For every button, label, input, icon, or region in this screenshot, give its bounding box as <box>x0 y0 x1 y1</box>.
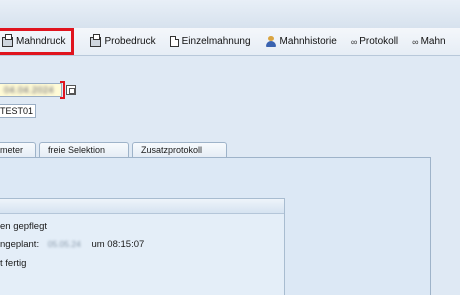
protokoll-label: Protokoll <box>359 36 399 47</box>
tab-zusatzprotokoll[interactable]: Zusatzprotokoll <box>132 142 227 158</box>
run-id-value: TEST01 <box>0 106 34 116</box>
mahn-more-label: Mahn <box>420 36 446 47</box>
copy-icon[interactable] <box>66 85 76 95</box>
mahndruck-label: Mahndruck <box>16 36 66 47</box>
scheduled-label: ngeplant: <box>0 239 40 250</box>
application-toolbar: Mahndruck Probedruck Einzelmahnung Mahnh… <box>0 28 460 56</box>
glasses-icon: ∞ <box>412 36 419 47</box>
einzelmahnung-button[interactable]: Einzelmahnung <box>168 31 253 53</box>
tab-strip: meter freie Selektion Zusatzprotokoll <box>0 142 230 158</box>
mahn-more-button[interactable]: ∞ Mahn <box>410 31 447 53</box>
status-group-header <box>0 199 284 214</box>
run-id-input[interactable]: TEST01 <box>0 104 36 118</box>
scheduled-date: 05.05.24 <box>47 239 81 249</box>
status-line-finished: t fertig <box>0 258 27 269</box>
date-input[interactable]: 04.04.2024 <box>0 83 62 97</box>
print-icon <box>90 33 102 47</box>
mahnhistorie-button[interactable]: Mahnhistorie <box>263 31 339 53</box>
person-history-icon <box>265 36 277 47</box>
status-group: en gepflegt ngeplant: 05.05.24 um 08:15:… <box>0 198 285 295</box>
tab-zusatzprotokoll-label: Zusatzprotokoll <box>141 145 203 155</box>
scheduled-time: um 08:15:07 <box>91 239 145 250</box>
tab-freie-selektion-label: freie Selektion <box>48 145 106 155</box>
title-bar <box>0 0 460 28</box>
status-line-maintained: en gepflegt <box>0 221 48 232</box>
probedruck-button[interactable]: Probedruck <box>88 31 157 53</box>
print-icon <box>2 33 13 47</box>
einzelmahnung-label: Einzelmahnung <box>181 36 251 47</box>
mahndruck-button[interactable]: Mahndruck <box>0 28 75 55</box>
main-area: 04.04.2024 TEST01 meter freie Selektion … <box>0 57 460 295</box>
tab-content-panel: en gepflegt ngeplant: 05.05.24 um 08:15:… <box>0 157 431 295</box>
probedruck-label: Probedruck <box>104 36 156 47</box>
status-line-scheduled: ngeplant: 05.05.24 um 08:15:07 <box>0 239 144 250</box>
tab-freie-selektion[interactable]: freie Selektion <box>39 142 129 158</box>
tab-parameter[interactable]: meter <box>0 142 36 158</box>
document-icon <box>169 36 179 47</box>
date-value: 04.04.2024 <box>4 85 55 95</box>
tab-parameter-label: meter <box>0 145 24 155</box>
required-field-marker <box>60 81 65 99</box>
mahnhistorie-label: Mahnhistorie <box>279 36 337 47</box>
glasses-icon: ∞ <box>350 36 358 47</box>
protokoll-button[interactable]: ∞ Protokoll <box>349 31 400 53</box>
